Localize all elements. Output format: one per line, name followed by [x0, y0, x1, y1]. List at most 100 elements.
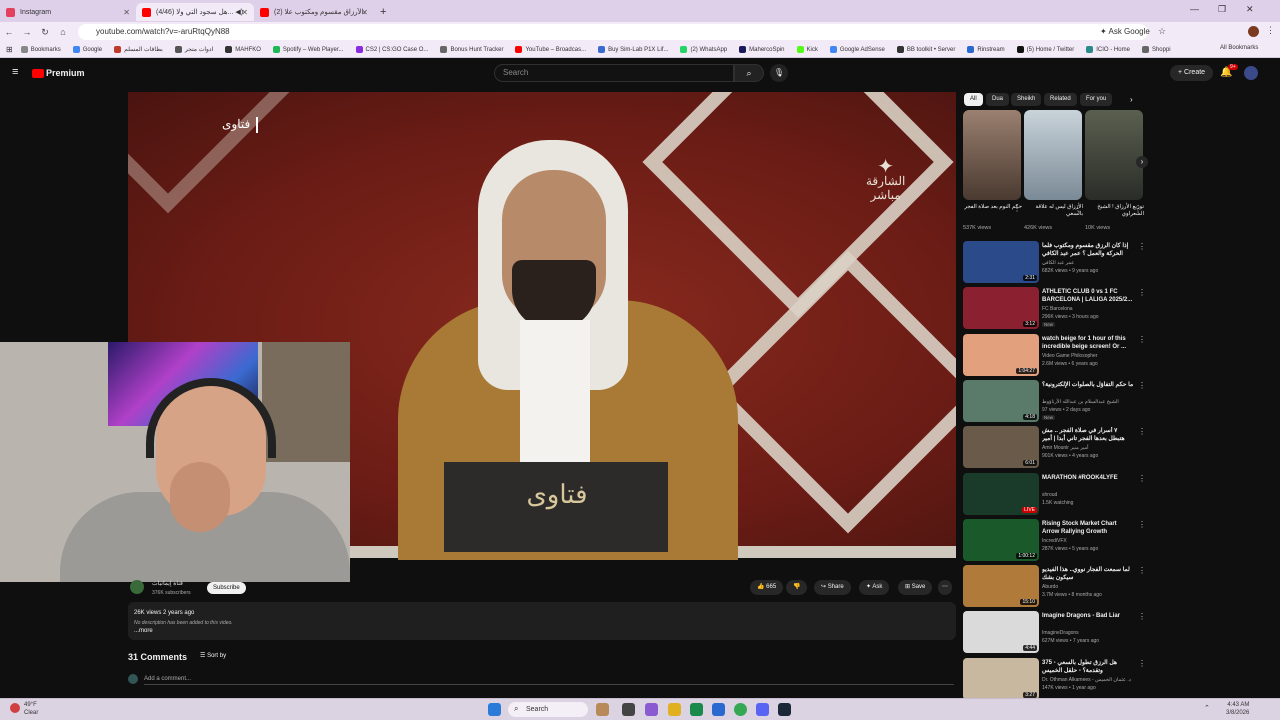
rec-title[interactable]: MARATHON #ROOK4LYFE	[1042, 474, 1134, 482]
rec-title[interactable]: ٧ أسرار في صلاة الفجر .. مش هتبطل بعدها …	[1042, 427, 1134, 443]
close-icon[interactable]: ✕	[241, 8, 248, 17]
copilot-icon[interactable]	[645, 703, 658, 716]
tab-instagram[interactable]: Instagram ✕	[0, 3, 136, 21]
youtube-premium-logo[interactable]: Premium	[46, 68, 85, 78]
rec-title[interactable]: لما سمعت الفجار نووي.. هذا الفيديو سيكون…	[1042, 566, 1134, 582]
chip-sheikh[interactable]: Sheikh	[1011, 93, 1042, 106]
windows-start-icon[interactable]	[488, 703, 501, 716]
bookmark-item[interactable]: Spotify – Web Player...	[272, 46, 344, 53]
rec-thumbnail[interactable]: 4:44	[963, 611, 1039, 653]
rec-title[interactable]: 375 - هل الرزق تطول بالسعي وتقدمة؟ - حلق…	[1042, 659, 1134, 675]
show-more-link[interactable]: ...more	[134, 628, 153, 634]
search-input[interactable]: Search	[494, 64, 734, 82]
restore-icon[interactable]: ❐	[1218, 4, 1226, 15]
subscribe-button[interactable]: Subscribe	[207, 582, 246, 594]
bookmark-item[interactable]: Google AdSense	[829, 46, 885, 53]
rec-thumbnail[interactable]: 1:00:12	[963, 519, 1039, 561]
chevron-right-icon[interactable]: ›	[1130, 95, 1133, 104]
description-box[interactable]	[128, 602, 956, 640]
all-bookmarks[interactable]: All Bookmarks	[1220, 45, 1258, 51]
bookmark-item[interactable]: ICIO - Home	[1086, 46, 1130, 53]
save-button[interactable]: ⊞ Save	[898, 580, 933, 595]
task-view-icon[interactable]	[622, 703, 635, 716]
bookmark-item[interactable]: (2) WhatsApp	[680, 46, 727, 53]
kebab-icon[interactable]: ⋮	[1013, 204, 1021, 213]
back-icon[interactable]: ←	[0, 27, 18, 37]
star-icon[interactable]: ☆	[1158, 26, 1166, 37]
tab-youtube-2[interactable]: (2) الأرزاق مقسوم ومكتوب علا... ✕	[254, 3, 374, 21]
dislike-button[interactable]: 👎	[786, 580, 808, 595]
mic-icon[interactable]: 🎙	[770, 64, 788, 82]
close-icon[interactable]: ✕	[123, 8, 130, 17]
widget-icon[interactable]	[596, 703, 609, 716]
discord-icon[interactable]	[756, 703, 769, 716]
apps-icon[interactable]: ⊞	[6, 45, 13, 54]
rec-thumbnail[interactable]: 1:04:27	[963, 334, 1039, 376]
rec-title[interactable]: إذا كان الرزق مقسوم ومكتوب فلما الحركة و…	[1042, 242, 1134, 258]
kebab-icon[interactable]: ⋮	[1138, 612, 1146, 621]
create-button[interactable]: + Create	[1170, 65, 1214, 81]
taskbar-clock[interactable]: 4:43 AM 3/8/2026	[1226, 701, 1249, 717]
rec-title[interactable]: watch beige for 1 hour of this incredibl…	[1042, 335, 1134, 351]
chip-all[interactable]: All	[964, 93, 983, 106]
rec-thumbnail[interactable]: LIVE	[963, 473, 1039, 515]
rec-channel[interactable]: Dr. Othman Alkamees - د. عثمان الخميس	[1042, 677, 1131, 683]
close-window-icon[interactable]: ✕	[1246, 4, 1254, 15]
more-actions-button[interactable]: ⋯	[938, 580, 952, 595]
share-button[interactable]: ↪ Share	[814, 580, 851, 595]
channel-avatar[interactable]	[130, 580, 144, 594]
short-thumb[interactable]	[1085, 110, 1143, 200]
rec-channel[interactable]: Video Game Philosopher	[1042, 353, 1098, 359]
kebab-icon[interactable]: ⋮	[1138, 520, 1146, 529]
rec-thumbnail[interactable]: 3:12	[963, 287, 1039, 329]
bookmark-item[interactable]: ادوات متجر	[174, 46, 213, 53]
rec-thumbnail[interactable]: 4:18	[963, 380, 1039, 422]
rec-thumbnail[interactable]: 2:31	[963, 241, 1039, 283]
rec-channel[interactable]: Aburdo	[1042, 584, 1058, 590]
kebab-icon[interactable]: ⋮	[1138, 242, 1146, 251]
ask-google-button[interactable]: ✦ Ask Google	[1100, 27, 1150, 36]
browser-menu-icon[interactable]: ⋮	[1266, 25, 1275, 36]
kebab-icon[interactable]: ⋮	[1138, 566, 1146, 575]
account-avatar[interactable]	[1244, 66, 1258, 80]
chip-dua[interactable]: Dua	[986, 93, 1010, 106]
bookmark-item[interactable]: Kick	[796, 46, 818, 53]
bookmark-item[interactable]: Bonus Hunt Tracker	[440, 46, 503, 53]
store-icon[interactable]	[712, 703, 725, 716]
rec-channel[interactable]: ImagineDragons	[1042, 630, 1079, 636]
short-thumb[interactable]	[1024, 110, 1082, 200]
ask-button[interactable]: ✦ Ask	[859, 580, 890, 595]
kebab-icon[interactable]: ⋮	[1138, 381, 1146, 390]
rec-channel[interactable]: عمر عبد الكافي	[1042, 260, 1074, 266]
shorts-next-button[interactable]: ›	[1136, 156, 1148, 168]
system-tray-icons[interactable]: ⌃	[1204, 704, 1210, 712]
kebab-icon[interactable]: ⋮	[1138, 474, 1146, 483]
short-thumb[interactable]	[963, 110, 1021, 200]
menu-icon[interactable]: ≡	[12, 66, 18, 78]
rec-thumbnail[interactable]: 3:27	[963, 658, 1039, 700]
rec-channel[interactable]: FC Barcelona	[1042, 306, 1073, 312]
rec-title[interactable]: Imagine Dragons - Bad Liar	[1042, 612, 1134, 620]
weather-widget[interactable]: 49°F Clear	[24, 701, 38, 717]
kebab-icon[interactable]: ⋮	[1138, 288, 1146, 297]
bookmark-item[interactable]: (5) Home / Twitter	[1016, 46, 1074, 53]
kebab-icon[interactable]: ⋮	[1138, 659, 1146, 668]
like-button[interactable]: 👍 665	[750, 580, 784, 595]
rec-channel[interactable]: shroud	[1042, 492, 1057, 498]
bookmark-item[interactable]: بطاقات المسلم	[114, 46, 163, 53]
bookmark-item[interactable]: Bookmarks	[20, 46, 61, 53]
kebab-icon[interactable]: ⋮	[1138, 335, 1146, 344]
steam-icon[interactable]	[778, 703, 791, 716]
rec-title[interactable]: ATHLETIC CLUB 0 vs 1 FC BARCELONA | LALI…	[1042, 288, 1134, 304]
chip-for-you[interactable]: For you	[1080, 93, 1113, 106]
rec-title[interactable]: Rising Stock Market Chart Arrow Rallying…	[1042, 520, 1134, 536]
sort-by-button[interactable]: ☰ Sort by	[200, 652, 226, 659]
channel-name[interactable]: قناة إيمانيات	[152, 580, 183, 587]
taskbar-search[interactable]: Search	[508, 702, 588, 717]
tab-youtube-active[interactable]: (4/46) هل سجود التي ولا... ◀) ✕	[136, 3, 254, 21]
new-tab-button[interactable]: +	[374, 3, 394, 21]
edge-icon[interactable]	[690, 703, 703, 716]
kebab-icon[interactable]: ⋮	[1134, 204, 1142, 213]
bookmark-item[interactable]: CS2 | CS:GO Case O...	[355, 46, 428, 53]
rec-channel[interactable]: الشيخ عبدالسلام بن عبدالله الأرناؤوط	[1042, 399, 1119, 405]
